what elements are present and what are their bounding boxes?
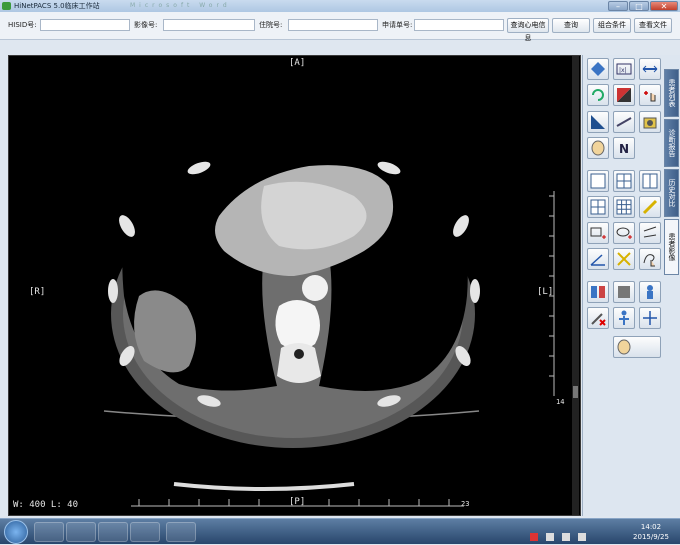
scrollbar-thumb[interactable] bbox=[573, 386, 578, 398]
window-level-readout: W: 400 L: 40 bbox=[13, 500, 79, 510]
tab-diagnosis-report[interactable]: 诊断报告 bbox=[664, 119, 679, 167]
tray-network-icon[interactable] bbox=[546, 533, 555, 541]
system-tray[interactable] bbox=[530, 526, 600, 541]
cobb-angle-tool-icon[interactable] bbox=[639, 222, 661, 244]
hisid-label: HISID号: bbox=[8, 21, 37, 29]
angle-measure-icon[interactable] bbox=[587, 248, 609, 270]
close-button[interactable]: ✕ bbox=[650, 1, 678, 11]
image-no-label: 影像号: bbox=[134, 21, 158, 29]
window-controls: – □ ✕ bbox=[608, 1, 678, 11]
inpatient-input[interactable] bbox=[288, 19, 378, 31]
hisid-input[interactable] bbox=[40, 19, 130, 31]
minimize-button[interactable]: – bbox=[608, 1, 628, 11]
ghost-title: Microsoft Word bbox=[130, 2, 231, 9]
svg-text:|x|: |x| bbox=[619, 67, 627, 74]
clock-time: 14:02 bbox=[640, 523, 662, 531]
layout-grid-icon[interactable] bbox=[613, 196, 635, 218]
tool-panel: |x| N bbox=[582, 55, 663, 516]
head-view-tool-icon[interactable] bbox=[587, 137, 609, 159]
request-no-label: 申请单号: bbox=[382, 21, 413, 29]
right-orientation-marker: [L] bbox=[537, 287, 554, 297]
window-title: HiNetPACS 5.0临床工作站 bbox=[14, 2, 100, 10]
taskbar-app-icon[interactable] bbox=[66, 522, 96, 542]
distance-tool-icon[interactable] bbox=[639, 58, 661, 80]
body-position-icon[interactable] bbox=[639, 281, 661, 303]
annotation-tool-icon[interactable] bbox=[613, 111, 635, 133]
pen-tool-icon[interactable] bbox=[639, 196, 661, 218]
tray-volume-icon[interactable] bbox=[562, 533, 571, 541]
localizer-tool-icon[interactable] bbox=[639, 307, 661, 329]
delete-mark-icon[interactable] bbox=[587, 307, 609, 329]
lung-window-icon[interactable] bbox=[613, 281, 635, 303]
freehand-roi-icon[interactable] bbox=[639, 248, 661, 270]
taskbar-pacs-icon[interactable] bbox=[130, 522, 160, 542]
tab-patient-images[interactable]: 患者影像 bbox=[664, 219, 679, 275]
camera-tool-icon[interactable] bbox=[639, 111, 661, 133]
taskbar-ie-icon[interactable] bbox=[34, 522, 64, 542]
clock-date: 2015/9/25 bbox=[633, 533, 669, 541]
tray-flag-icon[interactable] bbox=[578, 533, 587, 541]
side-tabs: 患者列表 诊断报告 历史对比 患者影像 bbox=[663, 55, 680, 516]
compare-tool-icon[interactable] bbox=[587, 281, 609, 303]
app-icon bbox=[2, 2, 11, 10]
layout-1x1-icon[interactable] bbox=[587, 170, 609, 192]
maximize-button[interactable]: □ bbox=[629, 1, 649, 11]
image-viewport[interactable]: [A] [P] [R] [L] W: 400 L: 40 14 23 bbox=[8, 55, 581, 516]
start-button[interactable] bbox=[4, 520, 28, 544]
search-bar: HISID号: 影像号: 住院号: 申请单号: 查询心电信息 查询 组合条件 查… bbox=[0, 12, 680, 42]
tab-history-compare[interactable]: 历史对比 bbox=[664, 169, 679, 217]
bottom-orientation-marker: [P] bbox=[289, 497, 306, 507]
taskbar: 14:02 2015/9/25 bbox=[0, 518, 680, 544]
top-orientation-marker: [A] bbox=[289, 58, 306, 68]
measure-value-tool-icon[interactable]: |x| bbox=[613, 58, 635, 80]
layout-2x1-icon[interactable] bbox=[639, 170, 661, 192]
left-orientation-marker: [R] bbox=[29, 287, 46, 297]
taskbar-word-icon[interactable] bbox=[166, 522, 196, 542]
invert-tool-icon[interactable] bbox=[613, 84, 635, 106]
refresh-tool-icon[interactable] bbox=[587, 84, 609, 106]
clock[interactable]: 14:02 2015/9/25 bbox=[626, 522, 676, 542]
figure-tool-icon[interactable] bbox=[613, 307, 635, 329]
wide-head-tool-icon[interactable] bbox=[613, 336, 661, 358]
image-no-input[interactable] bbox=[163, 19, 255, 31]
rotate-3d-tool-icon[interactable] bbox=[587, 58, 609, 80]
tray-app-icon[interactable] bbox=[530, 533, 538, 541]
svg-text:N: N bbox=[619, 142, 629, 156]
tab-patient-list[interactable]: 患者列表 bbox=[664, 69, 679, 117]
rect-roi-tool-icon[interactable] bbox=[587, 222, 609, 244]
ct-scan-image bbox=[103, 156, 555, 507]
combo-conditions-button[interactable]: 组合条件 bbox=[593, 18, 631, 33]
zoom-pointer-tool-icon[interactable] bbox=[639, 84, 661, 106]
taskbar-browser-icon[interactable] bbox=[98, 522, 128, 542]
ellipse-roi-tool-icon[interactable] bbox=[613, 222, 635, 244]
scale-value: 14 bbox=[556, 398, 565, 406]
layout-2x2-icon[interactable] bbox=[613, 170, 635, 192]
crosshair-tool-icon[interactable] bbox=[613, 248, 635, 270]
view-file-button[interactable]: 查看文件 bbox=[634, 18, 672, 33]
ecg-query-button[interactable]: 查询心电信息 bbox=[507, 18, 549, 42]
angle-tool-icon[interactable] bbox=[587, 111, 609, 133]
normal-view-tool-icon[interactable]: N bbox=[613, 137, 635, 159]
title-bar: HiNetPACS 5.0临床工作站 Microsoft Word – □ ✕ bbox=[0, 0, 680, 12]
query-button[interactable]: 查询 bbox=[552, 18, 590, 33]
layout-quad-icon[interactable] bbox=[587, 196, 609, 218]
bottom-scale-value: 23 bbox=[461, 500, 470, 508]
viewer-scrollbar[interactable] bbox=[572, 56, 579, 515]
inpatient-label: 住院号: bbox=[259, 21, 283, 29]
request-no-input[interactable] bbox=[414, 19, 504, 31]
